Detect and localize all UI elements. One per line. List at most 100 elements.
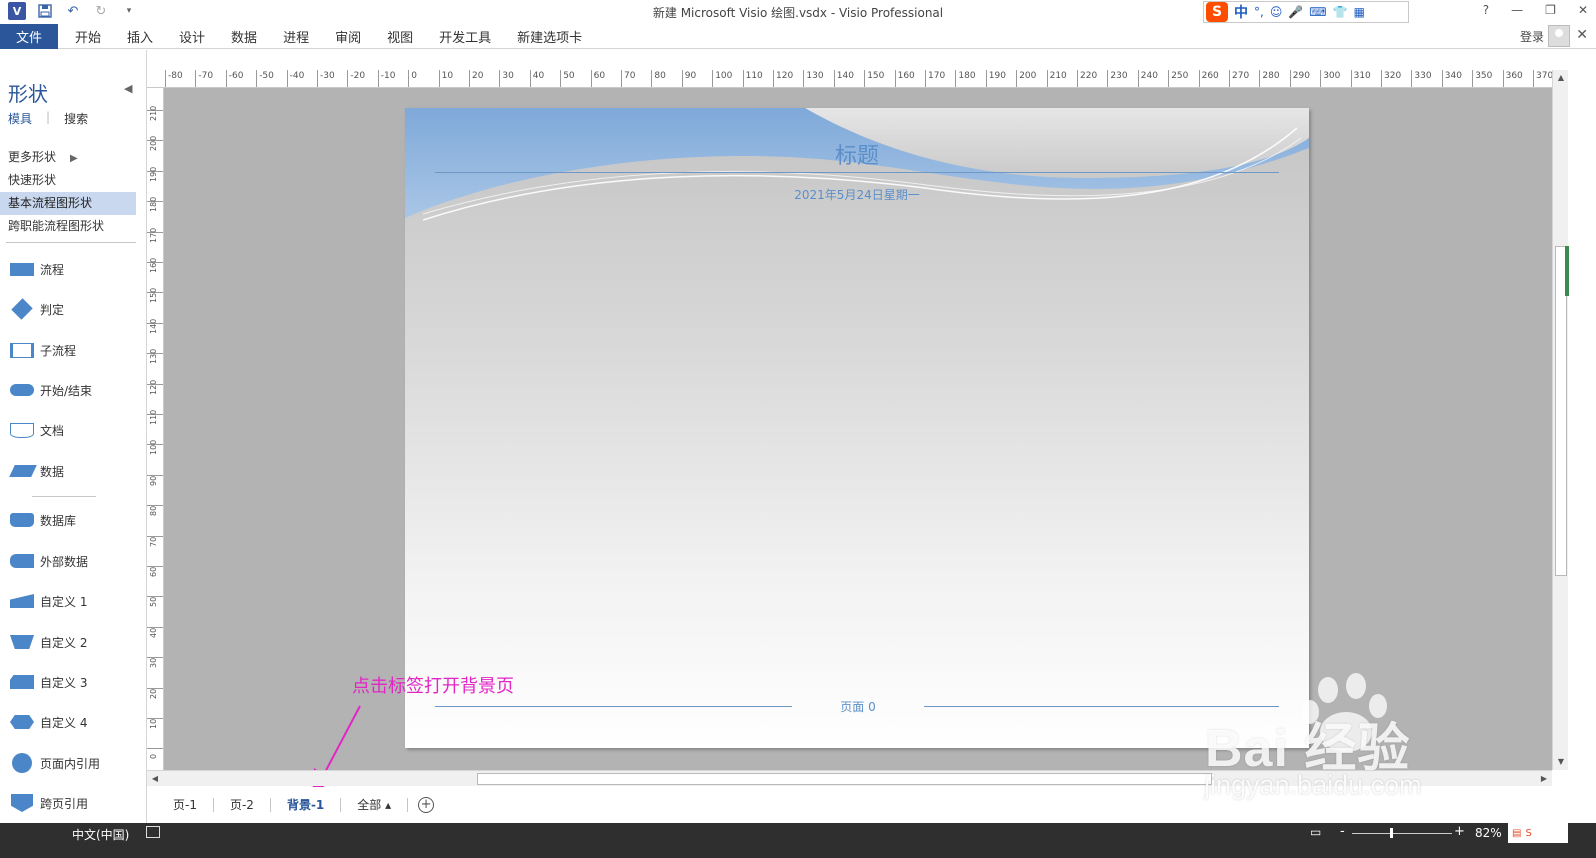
master-decision[interactable]: 判定 <box>10 294 140 324</box>
chevron-right-icon: ▶ <box>70 153 78 164</box>
close-icon[interactable]: ✕ <box>1576 27 1588 43</box>
skin-icon[interactable]: 👕 <box>1333 5 1348 19</box>
help-button[interactable]: ? <box>1483 3 1489 17</box>
scroll-up-icon[interactable]: ▲ <box>1553 70 1569 86</box>
ruler-tick-label: 100 <box>147 440 163 474</box>
ruler-tick-label: 170 <box>925 70 945 87</box>
page-tab-background-1[interactable]: 背景-1 <box>271 798 342 812</box>
ruler-tick-label: 320 <box>1381 70 1401 87</box>
master-external-data[interactable]: 外部数据 <box>10 546 140 576</box>
vertical-ruler[interactable]: 210 200 190 180 170 160 150 140 130 120 110 100 90 80… <box>147 88 164 770</box>
login-link[interactable]: 登录 <box>1520 28 1544 45</box>
ime-toolbar[interactable]: S 中 °, ☺ 🎤 ⌨ 👕 ▦ <box>1203 1 1409 23</box>
master-subprocess[interactable]: 子流程 <box>10 335 140 365</box>
tab-review[interactable]: 审阅 <box>322 27 374 46</box>
sogou-logo-icon[interactable]: S <box>1206 2 1228 22</box>
add-page-icon[interactable]: + <box>418 797 435 813</box>
emoji-icon[interactable]: ☺ <box>1270 5 1283 19</box>
master-document[interactable]: 文档 <box>10 415 140 445</box>
zoom-out-button[interactable]: - <box>1340 824 1345 839</box>
ruler-tick-label: -20 <box>347 70 365 87</box>
document-shape-icon <box>10 422 34 438</box>
zoom-in-button[interactable]: + <box>1454 824 1465 839</box>
zoom-level[interactable]: 82% <box>1475 826 1502 840</box>
master-divider <box>32 496 96 497</box>
page-footer[interactable]: 页面 0 <box>792 698 924 715</box>
ruler-tick-label: 230 <box>1107 70 1128 87</box>
collapse-pane-icon[interactable]: ◀ <box>124 82 132 95</box>
stencil-basic-flowchart[interactable]: 基本流程图形状 <box>0 192 136 215</box>
ruler-tick-label: 60 <box>147 566 163 596</box>
stencil-label: 跨职能流程图形状 <box>8 219 105 233</box>
voice-icon[interactable]: 🎤 <box>1288 5 1303 19</box>
ime-mode-toggle[interactable]: 中 <box>1234 2 1248 22</box>
stencil-list: 更多形状 ▶ 快速形状 基本流程图形状 跨职能流程图形状 <box>0 146 140 238</box>
master-custom-4[interactable]: 自定义 4 <box>10 707 140 737</box>
scroll-right-icon[interactable]: ▶ <box>1536 771 1552 787</box>
ruler-tick-label: 70 <box>147 535 163 566</box>
master-database[interactable]: 数据库 <box>10 505 140 535</box>
horizontal-scroll-thumb[interactable] <box>477 773 1212 785</box>
master-off-page-ref[interactable]: 跨页引用 <box>10 788 140 818</box>
zoom-slider[interactable] <box>1352 833 1452 834</box>
stencil-more-shapes[interactable]: 更多形状 ▶ <box>0 146 140 169</box>
tab-data[interactable]: 数据 <box>218 27 270 46</box>
tab-insert[interactable]: 插入 <box>114 27 166 46</box>
custom-2-shape-icon <box>10 635 34 649</box>
shapes-pane-tabs: 模具 | 搜索 <box>8 110 88 127</box>
page-tab-1[interactable]: 页-1 <box>157 798 214 812</box>
background-page[interactable]: 标题 2021年5月24日星期一 页面 0 <box>405 108 1309 748</box>
ruler-tick-label: -40 <box>286 70 304 87</box>
drawing-canvas[interactable]: 标题 2021年5月24日星期一 页面 0 <box>164 88 1552 770</box>
master-custom-1[interactable]: 自定义 1 <box>10 586 140 616</box>
minimize-button[interactable]: — <box>1511 3 1523 17</box>
tab-search[interactable]: 搜索 <box>64 110 88 127</box>
ruler-tick-label: -60 <box>225 70 244 87</box>
tab-file[interactable]: 文件 <box>0 24 58 49</box>
macro-record-icon[interactable] <box>146 826 160 838</box>
scroll-down-icon[interactable]: ▼ <box>1553 754 1569 770</box>
horizontal-ruler[interactable]: -80 -70 -60 -50 -40 -30 -20 -10 0 10 20 30 40 50 60 70 8… <box>147 70 1552 88</box>
tab-view[interactable]: 视图 <box>374 27 426 46</box>
ime-punct-toggle[interactable]: °, <box>1254 5 1264 19</box>
presentation-mode-icon[interactable]: ▭ <box>1310 825 1321 839</box>
theme-wave-decoration <box>405 108 1309 221</box>
page-tab-2[interactable]: 页-2 <box>214 798 271 812</box>
master-custom-3[interactable]: 自定义 3 <box>10 667 140 697</box>
close-button[interactable]: ✕ <box>1578 3 1588 17</box>
ruler-tick-label: 200 <box>1016 70 1036 87</box>
avatar[interactable] <box>1548 25 1570 47</box>
master-start-end[interactable]: 开始/结束 <box>10 375 140 405</box>
page-title[interactable]: 标题 <box>405 138 1309 170</box>
stencil-quick-shapes[interactable]: 快速形状 <box>0 169 140 192</box>
sogou-tray-icon[interactable]: S <box>1525 828 1531 839</box>
tab-new-tab[interactable]: 新建选项卡 <box>504 27 595 46</box>
all-pages-button[interactable]: 全部 ▴ <box>341 798 409 812</box>
watermark-url: jingyan.baidu.com <box>1204 770 1422 800</box>
vertical-scrollbar[interactable]: ▲ ▼ <box>1552 70 1569 770</box>
tab-process[interactable]: 进程 <box>270 27 322 46</box>
master-custom-2[interactable]: 自定义 2 <box>10 627 140 657</box>
tab-developer[interactable]: 开发工具 <box>426 27 504 46</box>
restore-button[interactable]: ❐ <box>1545 3 1556 17</box>
master-data[interactable]: 数据 <box>9 456 140 486</box>
master-on-page-ref[interactable]: 页面内引用 <box>10 748 140 778</box>
keyboard-icon[interactable]: ⌨ <box>1309 5 1326 19</box>
ruler-tick-label: 250 <box>1168 70 1188 87</box>
master-process[interactable]: 流程 <box>10 254 140 284</box>
tab-design[interactable]: 设计 <box>166 27 218 46</box>
process-shape-icon <box>10 262 34 276</box>
tab-stencils[interactable]: 模具 <box>8 110 32 127</box>
toolbox-icon[interactable]: ▦ <box>1354 5 1365 19</box>
scroll-left-icon[interactable]: ◀ <box>147 771 163 787</box>
zoom-slider-thumb[interactable] <box>1390 828 1393 838</box>
tab-home[interactable]: 开始 <box>62 27 114 46</box>
stencil-cross-functional[interactable]: 跨职能流程图形状 <box>0 215 140 238</box>
page-date[interactable]: 2021年5月24日星期一 <box>405 186 1309 203</box>
document-icon[interactable]: ▤ <box>1512 828 1521 839</box>
ruler-tick-label: 0 <box>408 70 417 87</box>
stencil-label: 基本流程图形状 <box>8 196 93 210</box>
language-indicator[interactable]: 中文(中国) <box>72 826 129 843</box>
ruler-tick-label: 0 <box>147 748 163 770</box>
ruler-tick-label: 180 <box>147 197 163 231</box>
